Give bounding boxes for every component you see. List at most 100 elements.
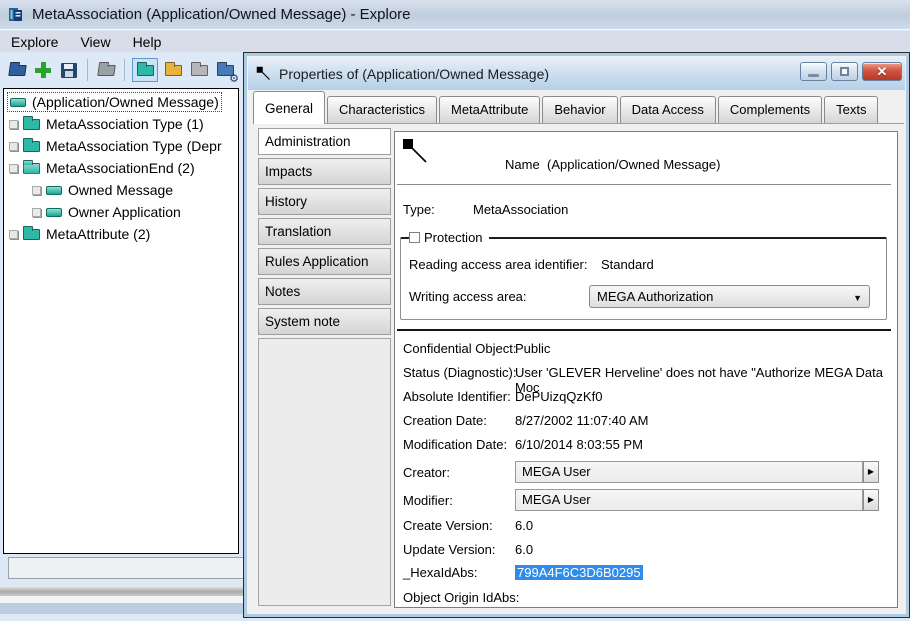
update-version-label: Update Version: <box>403 542 496 557</box>
minimize-button[interactable] <box>800 62 827 81</box>
tab-general[interactable]: General <box>253 91 325 124</box>
tab-data-access[interactable]: Data Access <box>620 96 716 123</box>
sidebar-item-system-note[interactable]: System note <box>258 308 391 335</box>
tree-selection: (Application/Owned Message) <box>8 93 221 111</box>
modifier-field[interactable]: MEGA User <box>515 489 863 511</box>
close-icon: ✕ <box>877 64 888 80</box>
expand-box[interactable] <box>9 230 18 239</box>
dialog-titlebar: Properties of (Application/Owned Message… <box>248 57 905 90</box>
tree-label: MetaAssociation Type (1) <box>46 116 204 132</box>
arrow-right-icon: ▶ <box>868 495 874 504</box>
floppy-glyph <box>61 63 77 78</box>
maximize-button[interactable] <box>831 62 858 81</box>
chevron-down-icon: ▼ <box>853 293 862 303</box>
tree-row[interactable]: Owned Message <box>4 179 238 201</box>
menu-view[interactable]: View <box>69 33 121 51</box>
gear-icon: ⚙ <box>229 74 239 85</box>
creator-field[interactable]: MEGA User <box>515 461 863 483</box>
type-label: Type: <box>403 202 435 217</box>
tree-row[interactable]: MetaAssociationEnd (2) <box>4 157 238 179</box>
plus-glyph <box>35 62 51 78</box>
sidebar-item-administration[interactable]: Administration <box>258 128 391 155</box>
open-icon[interactable] <box>6 58 28 82</box>
menu-help[interactable]: Help <box>122 33 173 51</box>
object-icon <box>46 208 62 217</box>
tab-characteristics[interactable]: Characteristics <box>327 96 437 123</box>
pointer-icon <box>402 138 428 164</box>
sidebar-item-notes[interactable]: Notes <box>258 278 391 305</box>
close-button[interactable]: ✕ <box>862 62 902 81</box>
tab-complements[interactable]: Complements <box>718 96 822 123</box>
save-icon[interactable] <box>58 58 80 82</box>
tree-label: MetaAssociationEnd (2) <box>46 160 195 176</box>
window-title: MetaAssociation (Application/Owned Messa… <box>32 6 411 23</box>
modification-date-label: Modification Date: <box>403 437 507 452</box>
sidebar-item-rules-application[interactable]: Rules Application <box>258 248 391 275</box>
absolute-identifier-label: Absolute Identifier: <box>403 389 511 404</box>
add-icon[interactable] <box>32 58 54 82</box>
sidebar-item-history[interactable]: History <box>258 188 391 215</box>
create-version-label: Create Version: <box>403 518 493 533</box>
hexaidabs-value[interactable]: 799A4F6C3D6B0295 <box>515 565 643 580</box>
window-controls: ✕ <box>800 62 902 81</box>
properties-dialog: Properties of (Application/Owned Message… <box>243 52 910 618</box>
open-folder-icon <box>23 163 40 174</box>
creation-date-value: 8/27/2002 11:07:40 AM <box>515 413 648 428</box>
folder-icon <box>23 141 40 152</box>
object-origin-idabs-label: Object Origin IdAbs: <box>403 590 519 605</box>
arrow-right-icon: ▶ <box>868 467 874 476</box>
tree-row-root[interactable]: (Application/Owned Message) <box>4 91 238 113</box>
toolbar-separator <box>87 59 88 81</box>
sidebar-item-translation[interactable]: Translation <box>258 218 391 245</box>
creator-picker-button[interactable]: ▶ <box>863 461 879 483</box>
expand-box[interactable] <box>9 142 18 151</box>
status-diagnostic-label: Status (Diagnostic): <box>403 365 516 380</box>
expand-box[interactable] <box>32 186 41 195</box>
tree-label: MetaAttribute (2) <box>46 226 150 242</box>
pointer-icon <box>256 66 271 81</box>
protection-group: Protection Reading access area identifie… <box>400 237 887 320</box>
open-folder-glyph <box>8 65 27 76</box>
reading-access-value: Standard <box>601 257 654 272</box>
protection-checkbox[interactable] <box>409 232 420 243</box>
separator-thick <box>397 329 891 331</box>
expand-box[interactable] <box>9 120 18 129</box>
separator <box>397 184 891 185</box>
open-disabled-icon[interactable] <box>95 58 117 82</box>
tab-metaattribute[interactable]: MetaAttribute <box>439 96 540 123</box>
folder-settings-icon[interactable]: ⚙ <box>214 58 236 82</box>
modifier-picker-button[interactable]: ▶ <box>863 489 879 511</box>
tab-texts[interactable]: Texts <box>824 96 878 123</box>
tree-label: MetaAssociation Type (Depr <box>46 138 222 154</box>
reading-access-label: Reading access area identifier: <box>409 257 588 272</box>
menubar: Explore View Help <box>0 31 910 52</box>
create-version-value: 6.0 <box>515 518 533 533</box>
writing-access-combobox[interactable]: MEGA Authorization ▼ <box>589 285 870 308</box>
expand-box[interactable] <box>9 164 18 173</box>
maximize-icon <box>840 67 849 76</box>
tree-label: (Application/Owned Message) <box>32 94 219 110</box>
current-folder-icon[interactable] <box>132 58 158 82</box>
expand-box[interactable] <box>32 208 41 217</box>
yellow-folder-glyph <box>165 65 182 76</box>
writing-access-label: Writing access area: <box>409 289 527 304</box>
confidential-object-label: Confidential Object: <box>403 341 516 356</box>
sidebar-empty-panel <box>258 338 391 606</box>
tree-row[interactable]: Owner Application <box>4 201 238 223</box>
update-version-value: 6.0 <box>515 542 533 557</box>
absolute-identifier-value: DePUizqQzKf0 <box>515 389 602 404</box>
writing-access-value: MEGA Authorization <box>597 289 713 304</box>
folder-yellow-icon[interactable] <box>162 58 184 82</box>
tree-row[interactable]: MetaAttribute (2) <box>4 223 238 245</box>
tab-strip: General Characteristics MetaAttribute Be… <box>253 90 904 124</box>
menu-explore[interactable]: Explore <box>0 33 69 51</box>
confidential-object-value: Public <box>515 341 550 356</box>
tree-row[interactable]: MetaAssociation Type (1) <box>4 113 238 135</box>
toolbar-separator <box>124 59 125 81</box>
object-tree: (Application/Owned Message) MetaAssociat… <box>3 88 239 554</box>
tree-row[interactable]: MetaAssociation Type (Depr <box>4 135 238 157</box>
folder-disabled-icon[interactable] <box>188 58 210 82</box>
creator-value: MEGA User <box>522 464 591 479</box>
sidebar-item-impacts[interactable]: Impacts <box>258 158 391 185</box>
tab-behavior[interactable]: Behavior <box>542 96 617 123</box>
